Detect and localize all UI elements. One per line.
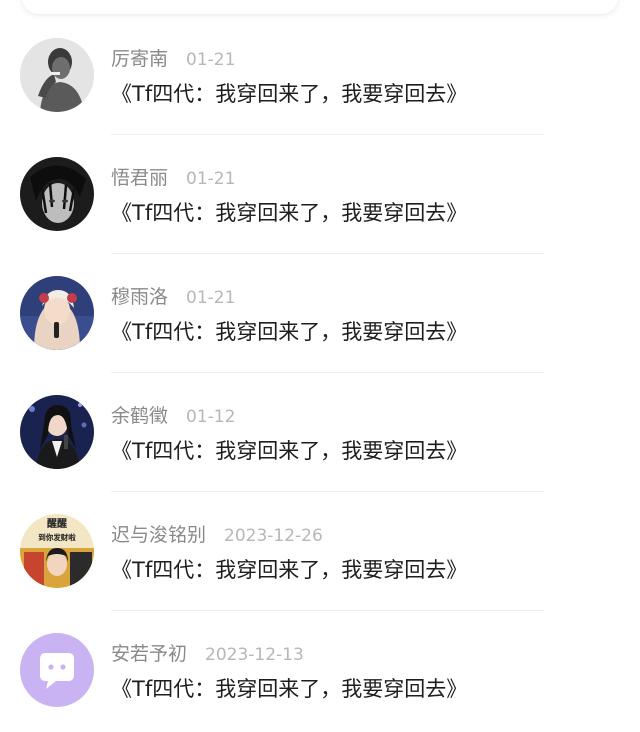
comment-date: 01-21 (186, 50, 236, 70)
poster-subtitle-text: 到你发财啦 (38, 532, 76, 542)
stage-portrait-avatar-icon (20, 395, 94, 469)
comment-text: 《Tf四代：我穿回来了，我要穿回去》 (111, 439, 468, 463)
user-name[interactable]: 安若予初 (111, 639, 187, 666)
comment-date: 2023-12-13 (205, 645, 304, 665)
user-name[interactable]: 穆雨洛 (111, 282, 168, 309)
comment-list: 厉寄南 01-21 《Tf四代：我穿回来了，我要穿回去》 悟君丽 01-21 《… (0, 16, 640, 730)
poster-title-text: 醒醒 (47, 518, 67, 530)
comment-text: 《Tf四代：我穿回来了，我要穿回去》 (111, 558, 468, 582)
singer-portrait-avatar-icon (20, 276, 94, 350)
comment-item[interactable]: 厉寄南 01-21 《Tf四代：我穿回来了，我要穿回去》 (0, 16, 640, 135)
comment-item[interactable]: 安若予初 2023-12-13 《Tf四代：我穿回来了，我要穿回去》 (0, 611, 640, 730)
comment-item[interactable]: 穆雨洛 01-21 《Tf四代：我穿回来了，我要穿回去》 (0, 254, 640, 373)
user-avatar[interactable]: 醒醒 到你发财啦 (20, 514, 94, 588)
user-name[interactable]: 厉寄南 (111, 44, 168, 71)
comment-item[interactable]: 悟君丽 01-21 《Tf四代：我穿回来了，我要穿回去》 (0, 135, 640, 254)
user-name[interactable]: 迟与浚铭别 (111, 520, 206, 547)
user-avatar[interactable] (20, 633, 94, 707)
user-avatar[interactable] (20, 395, 94, 469)
comment-date: 01-12 (186, 407, 236, 427)
comment-date: 01-21 (186, 169, 236, 189)
comment-text: 《Tf四代：我穿回来了，我要穿回去》 (111, 320, 468, 344)
user-avatar[interactable] (20, 276, 94, 350)
user-name[interactable]: 余鹤徵 (111, 401, 168, 428)
user-name[interactable]: 悟君丽 (111, 163, 168, 190)
user-avatar[interactable] (20, 157, 94, 231)
top-card-edge (22, 0, 618, 14)
comment-item[interactable]: 醒醒 到你发财啦 迟与浚铭别 2023-12-26 《Tf四代：我穿回来了，我要… (0, 492, 640, 611)
comment-date: 01-21 (186, 288, 236, 308)
wet-hair-portrait-avatar-icon (20, 157, 94, 231)
comment-text: 《Tf四代：我穿回来了，我要穿回去》 (111, 201, 468, 225)
man-portrait-avatar-icon (20, 38, 94, 112)
user-avatar[interactable] (20, 38, 94, 112)
comment-text: 《Tf四代：我穿回来了，我要穿回去》 (111, 82, 468, 106)
poster-avatar-icon: 醒醒 到你发财啦 (20, 514, 94, 588)
comment-text: 《Tf四代：我穿回来了，我要穿回去》 (111, 677, 468, 701)
comment-item[interactable]: 余鹤徵 01-12 《Tf四代：我穿回来了，我要穿回去》 (0, 373, 640, 492)
comment-date: 2023-12-26 (224, 526, 323, 546)
default-chat-avatar-icon (20, 633, 94, 707)
